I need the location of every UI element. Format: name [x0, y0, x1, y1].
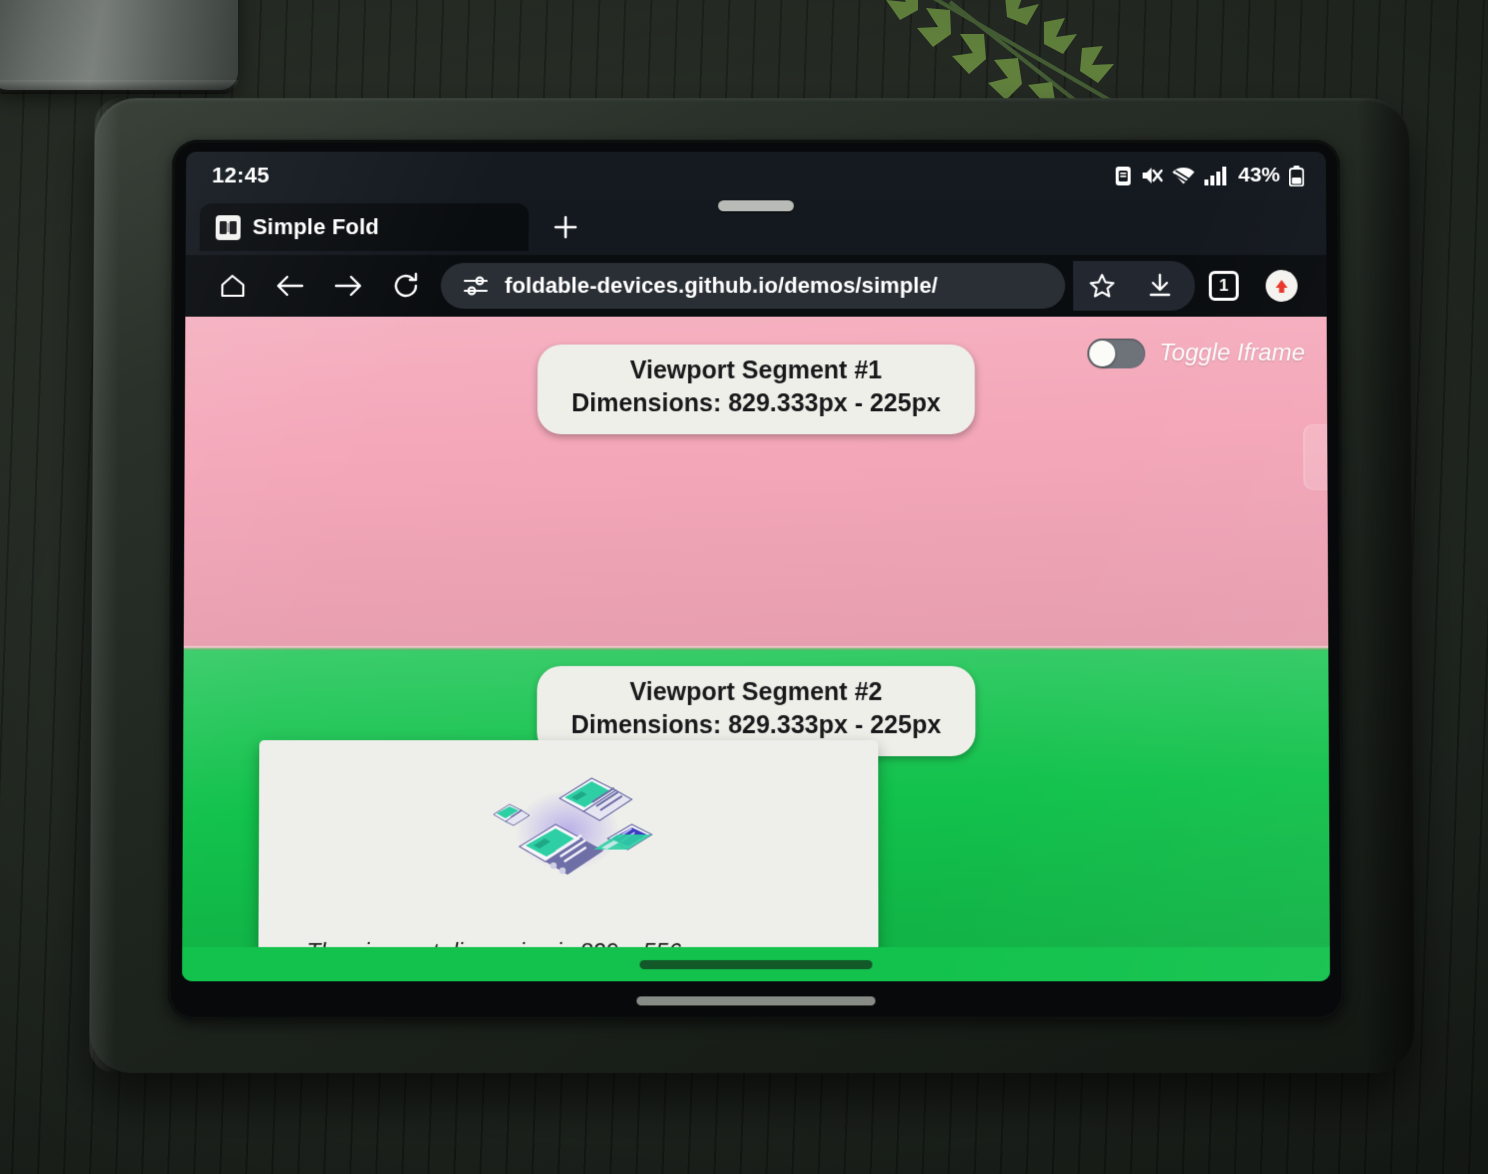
segment-2-title: Viewport Segment #2 [629, 678, 883, 707]
page-side-chip [1303, 424, 1330, 491]
tune-icon[interactable] [463, 275, 489, 297]
home-icon[interactable] [203, 261, 261, 311]
foldable-laptops-illustration [463, 754, 674, 875]
toggle-knob [1089, 340, 1116, 367]
new-tab-icon[interactable] [551, 212, 581, 242]
viewport-segment-1: Viewport Segment #1 Dimensions: 829.333p… [183, 316, 1330, 649]
mute-icon [1142, 166, 1163, 186]
toggle-iframe-switch[interactable] [1087, 338, 1146, 369]
foldable-device-body: 12:45 43% Simple Fold foldable-devices.g… [167, 139, 1345, 1020]
bookmark-download-group [1073, 260, 1195, 311]
device-screen: 12:45 43% Simple Fold foldable-devices.g… [182, 151, 1330, 982]
toggle-iframe-label: Toggle Iframe [1159, 339, 1305, 367]
reload-icon[interactable] [377, 261, 435, 311]
segment-1-title: Viewport Segment #1 [630, 356, 882, 385]
toggle-iframe-control[interactable]: Toggle Iframe [1087, 338, 1305, 369]
status-icons: 43% [1115, 164, 1304, 188]
status-clock: 12:45 [211, 162, 270, 188]
forward-arrow-icon[interactable] [319, 261, 377, 311]
camera-notch-pill [718, 200, 794, 212]
star-icon[interactable] [1073, 261, 1131, 311]
battery-percent: 43% [1238, 163, 1281, 187]
case-highlight [89, 98, 121, 1073]
web-page-content: Viewport Segment #1 Dimensions: 829.333p… [182, 316, 1330, 982]
segment-1-label: Viewport Segment #1 Dimensions: 829.333p… [537, 344, 975, 435]
url-bar[interactable]: foldable-devices.github.io/demos/simple/ [440, 262, 1066, 309]
case-shadow [1357, 98, 1415, 1073]
tab-title: Simple Fold [252, 214, 380, 240]
status-bar: 12:45 43% [185, 151, 1327, 200]
url-text[interactable]: foldable-devices.github.io/demos/simple/ [505, 273, 938, 299]
planter-pot [0, 0, 238, 90]
planter-pot-rim [0, 80, 238, 94]
segment-1-dimensions: Dimensions: 829.333px - 225px [571, 389, 941, 418]
tab-strip: Simple Fold [185, 199, 1327, 256]
bottom-bezel-pill [636, 996, 876, 1006]
wifi-icon [1171, 166, 1195, 185]
viewport-segment-2: Viewport Segment #2 Dimensions: 829.333p… [182, 648, 1330, 982]
tab-switcher-button[interactable]: 1 [1195, 261, 1253, 311]
battery-icon [1289, 165, 1304, 186]
browser-tab-simple-fold[interactable]: Simple Fold [199, 203, 529, 252]
browser-toolbar: foldable-devices.github.io/demos/simple/ [185, 255, 1327, 317]
screenshot-icon [1115, 166, 1131, 185]
download-icon[interactable] [1131, 261, 1189, 311]
foldable-device-case: 12:45 43% Simple Fold foldable-devices.g… [89, 98, 1415, 1073]
android-nav-bar [182, 947, 1330, 982]
toolbar-actions: 1 [1073, 260, 1311, 311]
close-icon[interactable] [479, 215, 515, 239]
back-arrow-icon[interactable] [261, 261, 319, 311]
foldable-device-favicon [215, 214, 241, 240]
tab-count: 1 [1208, 270, 1239, 301]
segment-2-dimensions: Dimensions: 829.333px - 225px [570, 711, 942, 740]
signal-icon [1204, 166, 1227, 185]
profile-update-icon[interactable] [1253, 261, 1311, 311]
android-nav-pill[interactable] [639, 959, 873, 969]
demo-info-card: The viewport dimension is 829 x 556. The… [258, 740, 879, 982]
